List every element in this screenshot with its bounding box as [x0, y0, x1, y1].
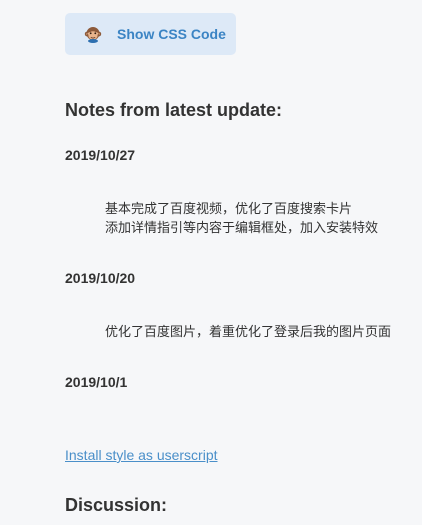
- style-info-panel: Show CSS Code Notes from latest update: …: [65, 13, 422, 517]
- notes-heading: Notes from latest update:: [65, 100, 283, 120]
- entry-line: 添加详情指引等内容于编辑框处，加入安装特效: [105, 221, 379, 236]
- install-userscript-link[interactable]: Install style as userscript: [65, 447, 218, 463]
- entry-date-1: 2019/10/27: [65, 147, 136, 163]
- show-css-code-button[interactable]: Show CSS Code: [65, 13, 236, 55]
- show-css-code-label: Show CSS Code: [117, 26, 226, 42]
- monkey-icon: [84, 25, 102, 43]
- entry-text-2: 优化了百度图片，着重优化了登录后我的图片页面: [65, 323, 422, 342]
- discussion-heading: Discussion:: [65, 495, 168, 515]
- entry-line: 优化了百度图片，着重优化了登录后我的图片页面: [105, 325, 392, 340]
- entry-text-1: 基本完成了百度视频，优化了百度搜索卡片 添加详情指引等内容于编辑框处，加入安装特…: [65, 200, 422, 238]
- entry-date-3: 2019/10/1: [65, 374, 128, 390]
- entry-line: 基本完成了百度视频，优化了百度搜索卡片: [105, 202, 353, 217]
- entry-date-2: 2019/10/20: [65, 270, 136, 286]
